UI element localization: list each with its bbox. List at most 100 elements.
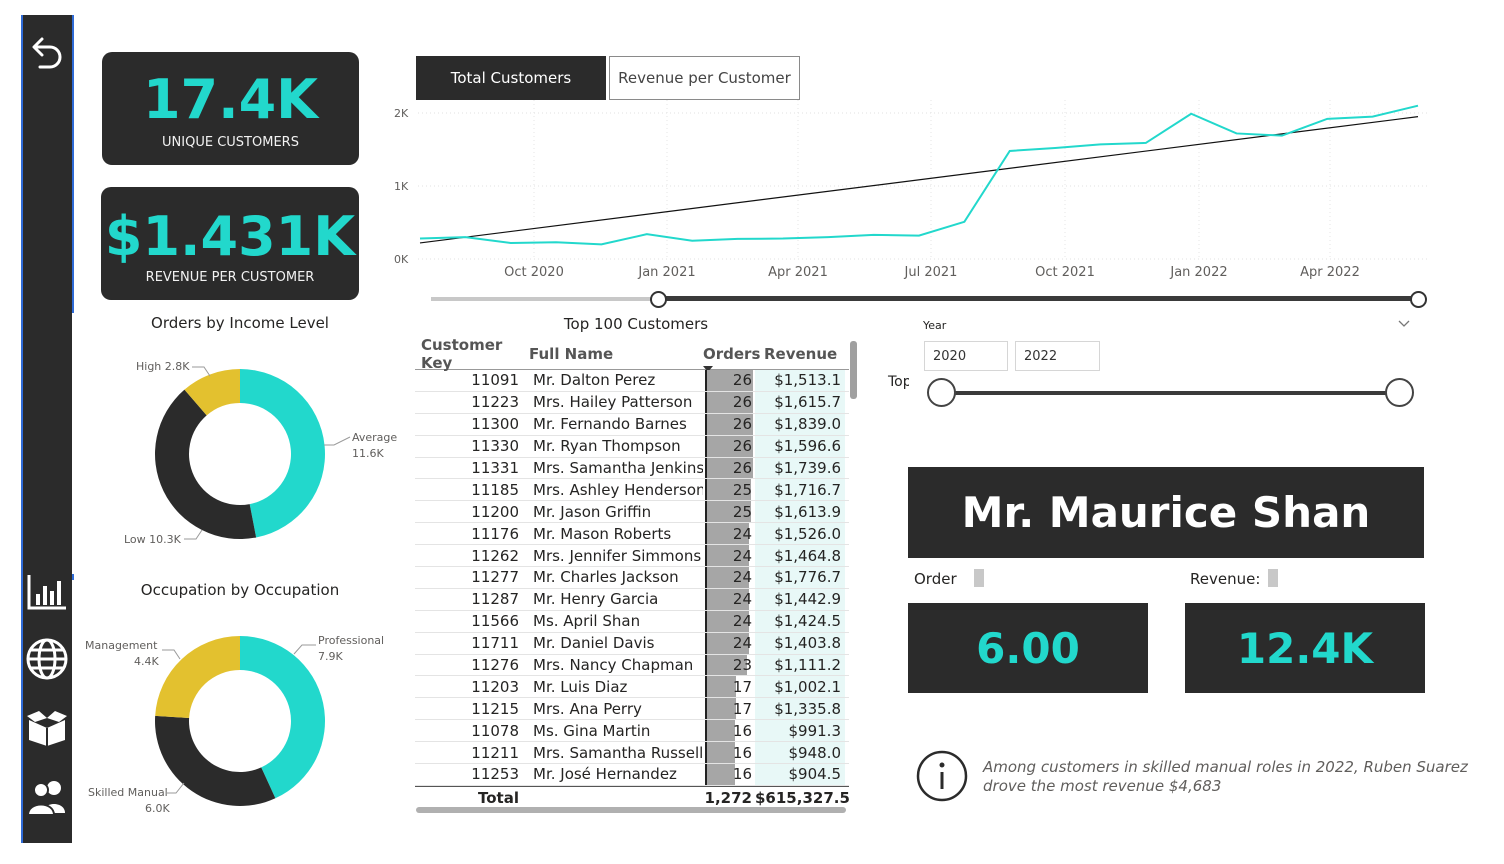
chevron-down-icon[interactable] — [1398, 320, 1410, 328]
table-horizontal-scrollbar[interactable] — [416, 807, 846, 813]
cell-orders-value: 24 — [732, 612, 752, 631]
cell-revenue: $1,526.0 — [755, 523, 845, 545]
nav-bar-chart-button[interactable] — [22, 572, 72, 612]
y-tick-1k: 1K — [394, 180, 409, 193]
income-label-average-value: 11.6K — [352, 447, 384, 460]
nav-globe-button[interactable] — [22, 637, 72, 681]
occupation-label-management-value: 4.4K — [134, 655, 159, 668]
cell-revenue: $948.0 — [755, 742, 845, 764]
income-chart-title: Orders by Income Level — [151, 314, 329, 332]
total-orders: 1,272 — [704, 789, 752, 808]
header-full-name[interactable]: Full Name — [525, 345, 703, 363]
cell-customer-key: 11300 — [471, 415, 519, 434]
table-row[interactable]: 11211 Mrs. Samantha Russell 16 $948.0 — [415, 742, 849, 765]
cell-orders: 25 — [703, 479, 755, 501]
cell-orders: 16 — [703, 764, 755, 785]
y-tick-0k: 0K — [394, 253, 409, 266]
table-row[interactable]: 11331 Mrs. Samantha Jenkins 26 $1,739.6 — [415, 457, 849, 480]
sidebar-border-right — [72, 15, 74, 313]
x-tick-label: Jul 2021 — [904, 265, 958, 280]
year-filter-label: Year — [923, 319, 947, 332]
header-customer-key[interactable]: Customer Key — [415, 336, 525, 372]
orders-databar — [705, 676, 737, 698]
cell-customer-key: 11277 — [471, 568, 519, 587]
date-slider-start-handle[interactable] — [650, 291, 667, 308]
cell-customer-key: 11176 — [471, 524, 519, 543]
table-body: 11091 Mr. Dalton Perez 26 $1,513.1 11223 Mrs.… — [415, 370, 849, 786]
table-row[interactable]: 11176 Mr. Mason Roberts 24 $1,526.0 — [415, 523, 849, 546]
table-row[interactable]: 11253 Mr. José Hernandez 16 $904.5 — [415, 764, 849, 786]
table-row[interactable]: 11223 Mrs. Hailey Patterson 26 $1,615.7 — [415, 391, 849, 414]
year-from-input[interactable]: 2020 — [924, 341, 1008, 371]
cell-orders-value: 24 — [732, 590, 752, 609]
cell-orders-value: 17 — [732, 677, 752, 696]
table-row[interactable]: 11711 Mr. Daniel Davis 24 $1,403.8 — [415, 632, 849, 655]
year-slider-end-handle[interactable] — [1385, 378, 1414, 407]
table-row[interactable]: 11200 Mr. Jason Griffin 25 $1,613.9 — [415, 501, 849, 524]
occupation-chart-title: Occupation by Occupation — [140, 581, 340, 599]
cell-customer-key: 11211 — [471, 743, 519, 762]
cell-revenue: $991.3 — [755, 720, 845, 742]
cell-orders: 24 — [703, 588, 755, 610]
cell-full-name: Mr. Luis Diaz — [533, 677, 628, 696]
cell-full-name: Mr. Fernando Barnes — [533, 415, 687, 434]
table-vertical-scrollbar[interactable] — [850, 341, 857, 399]
date-slider-end-handle[interactable] — [1410, 291, 1427, 308]
cell-revenue: $1,776.7 — [755, 567, 845, 588]
table-row[interactable]: 11262 Mrs. Jennifer Simmons 24 $1,464.8 — [415, 545, 849, 568]
unique-customers-label: UNIQUE CUSTOMERS — [162, 135, 299, 150]
table-row[interactable]: 11566 Ms. April Shan 24 $1,424.5 — [415, 610, 849, 633]
header-orders[interactable]: Orders — [703, 345, 760, 372]
year-to-input[interactable]: 2022 — [1015, 341, 1100, 371]
cell-full-name: Ms. Gina Martin — [533, 721, 651, 740]
header-revenue[interactable]: Revenue — [755, 345, 845, 363]
cell-customer-key: 11223 — [471, 393, 519, 412]
back-button[interactable] — [22, 33, 72, 75]
cell-customer-key: 11276 — [471, 656, 519, 675]
cell-orders-value: 26 — [732, 415, 752, 434]
cell-customer-key: 11287 — [471, 590, 519, 609]
nav-customers-button[interactable] — [22, 777, 72, 817]
cell-orders-value: 24 — [732, 546, 752, 565]
cell-full-name: Mr. Mason Roberts — [533, 524, 672, 543]
cell-orders: 24 — [703, 567, 755, 588]
cell-revenue: $1,615.7 — [755, 391, 845, 413]
cell-revenue: $1,513.1 — [755, 370, 845, 391]
info-icon[interactable] — [915, 749, 969, 803]
cell-orders: 26 — [703, 435, 755, 457]
cell-orders: 26 — [703, 391, 755, 413]
cell-orders-value: 26 — [732, 393, 752, 412]
cell-full-name: Mr. Ryan Thompson — [533, 437, 681, 456]
revenue-value-card: 12.4K — [1185, 603, 1425, 693]
table-row[interactable]: 11330 Mr. Ryan Thompson 26 $1,596.6 — [415, 435, 849, 458]
table-row[interactable]: 11300 Mr. Fernando Barnes 26 $1,839.0 — [415, 413, 849, 436]
table-row[interactable]: 11203 Mr. Luis Diaz 17 $1,002.1 — [415, 676, 849, 699]
cell-customer-key: 11091 — [471, 371, 519, 390]
occupation-label-management-name: Management — [85, 639, 158, 652]
x-tick-label: Apr 2022 — [1300, 265, 1360, 280]
nav-products-button[interactable] — [22, 708, 72, 748]
table-row[interactable]: 11215 Mrs. Ana Perry 17 $1,335.8 — [415, 698, 849, 721]
table-row[interactable]: 11078 Ms. Gina Martin 16 $991.3 — [415, 720, 849, 743]
cell-revenue: $1,739.6 — [755, 457, 845, 479]
insight-line-2: drove the most revenue $4,683 — [983, 777, 1222, 795]
header-orders-label: Orders — [703, 344, 761, 363]
cell-revenue: $1,111.2 — [755, 654, 845, 676]
cell-revenue: $1,596.6 — [755, 435, 845, 457]
revenue-indicator — [1268, 569, 1278, 587]
orders-databar — [705, 720, 735, 742]
year-slider-start-handle[interactable] — [927, 378, 956, 407]
tab-revenue-per-customer[interactable]: Revenue per Customer — [609, 56, 800, 100]
table-row[interactable]: 11091 Mr. Dalton Perez 26 $1,513.1 — [415, 370, 849, 392]
cell-orders: 26 — [703, 370, 755, 391]
tab-total-customers[interactable]: Total Customers — [416, 56, 606, 100]
income-leader-high — [192, 366, 211, 377]
table-row[interactable]: 11277 Mr. Charles Jackson 24 $1,776.7 — [415, 567, 849, 589]
table-row[interactable]: 11276 Mrs. Nancy Chapman 23 $1,111.2 — [415, 654, 849, 677]
table-row[interactable]: 11287 Mr. Henry Garcia 24 $1,442.9 — [415, 588, 849, 611]
donut-slice-average[interactable] — [240, 369, 325, 538]
cell-full-name: Mrs. Jennifer Simmons — [533, 546, 702, 565]
cell-orders-value: 23 — [732, 656, 752, 675]
table-row[interactable]: 11185 Mrs. Ashley Henderson 25 $1,716.7 — [415, 479, 849, 502]
cell-orders-value: 25 — [732, 502, 752, 521]
